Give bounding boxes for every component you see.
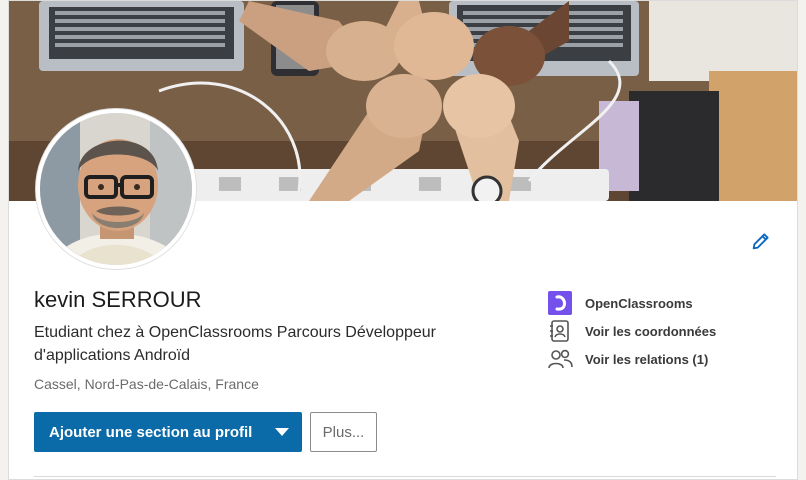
more-button[interactable]: Plus... (310, 412, 377, 452)
profile-name: kevin SERROUR (34, 287, 202, 312)
profile-side-links: OpenClassrooms Voir les coordonnées Voir… (547, 289, 777, 373)
profile-headline: Etudiant chez à OpenClassrooms Parcours … (34, 324, 436, 364)
section-divider (34, 476, 776, 477)
edit-profile-button[interactable] (747, 227, 775, 255)
side-link-openclassrooms[interactable]: OpenClassrooms (547, 289, 777, 317)
avatar-photo (40, 113, 192, 265)
side-link-label: OpenClassrooms (585, 295, 693, 311)
pencil-icon (752, 233, 769, 250)
side-link-connections[interactable]: Voir les relations (1) (547, 345, 777, 373)
profile-card: kevin SERROUR Etudiant chez à OpenClassr… (8, 0, 798, 480)
side-link-contact-info[interactable]: Voir les coordonnées (547, 317, 777, 345)
add-profile-section-label: Ajouter une section au profil (49, 423, 253, 441)
add-profile-section-button[interactable]: Ajouter une section au profil (34, 412, 302, 452)
connections-icon (547, 346, 573, 372)
profile-location: Cassel, Nord-Pas-de-Calais, France (34, 376, 259, 392)
side-link-label: Voir les relations (1) (585, 351, 709, 367)
contact-card-icon (547, 318, 573, 344)
caret-down-icon[interactable] (262, 412, 302, 452)
side-link-label: Voir les coordonnées (585, 323, 717, 339)
profile-avatar[interactable] (36, 109, 196, 269)
openclassrooms-logo-icon (547, 290, 573, 316)
